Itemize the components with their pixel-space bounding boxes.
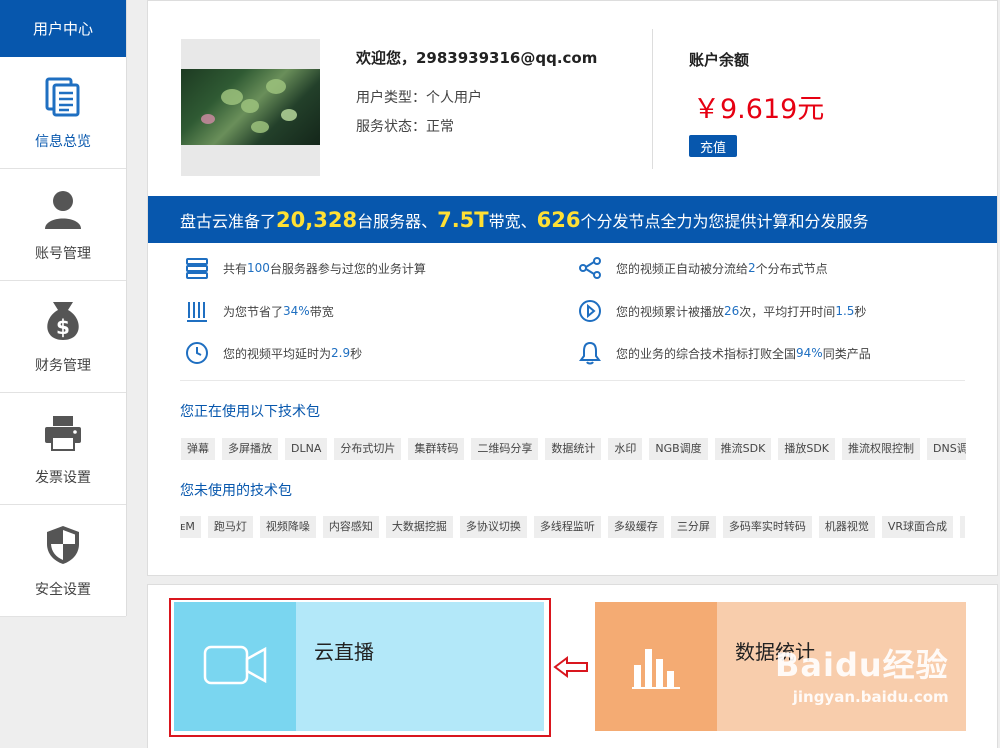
banner-text: 盘古云准备了 [180, 211, 277, 231]
sidebar-item-label: 账号管理 [35, 245, 91, 262]
sidebar-item-label: 信息总览 [35, 133, 91, 150]
video-camera-icon [203, 645, 267, 689]
banner-servers: 20,328 [276, 207, 358, 232]
package-tag[interactable]: 多协议切换 [459, 516, 527, 538]
used-packages-title: 您正在使用以下技术包 [180, 404, 320, 420]
server-icon [185, 256, 209, 280]
sidebar-item-account[interactable]: 账号管理 [0, 169, 126, 281]
package-tag[interactable]: 多线程监听 [533, 516, 601, 538]
money-bag-icon: $ [41, 299, 85, 343]
recharge-button[interactable]: 充值 [689, 135, 737, 157]
package-tag[interactable]: 推流权限控制 [842, 438, 921, 460]
sidebar-item-finance[interactable]: $ 财务管理 [0, 281, 126, 393]
package-tag[interactable]: ᴇM [180, 516, 201, 538]
package-tag[interactable]: 多码率实时转码 [722, 516, 812, 538]
package-tag[interactable]: NGB调度 [649, 438, 708, 460]
divider [652, 29, 653, 169]
package-tag[interactable]: 大数据挖掘 [385, 516, 453, 538]
package-tag[interactable]: 推流SDK [714, 438, 772, 460]
balance-title: 账户余额 [689, 51, 750, 69]
banner-text: 台服务器、 [357, 211, 438, 231]
document-icon [41, 75, 85, 119]
package-tag[interactable]: 多屏播放 [222, 438, 278, 460]
package-tag[interactable]: 弹幕 [181, 438, 215, 460]
user-icon [41, 187, 85, 231]
resources-banner: 盘古云准备了 20,328 台服务器、 7.5T 带宽、 626 个分发节点全力… [148, 196, 997, 243]
stat-plays: 您的视频累计被播放 26 次，平均打开时间 1.5 秒 [578, 299, 866, 323]
clock-icon [185, 341, 209, 365]
stat-servers: 共有 100 台服务器参与过您的业务计算 [185, 256, 426, 280]
unused-packages-title: 您未使用的技术包 [180, 483, 292, 499]
banner-nodes: 626 [536, 207, 581, 232]
product-tiles: 云直播 数据统计 [147, 584, 998, 748]
sidebar-header: 用户中心 [0, 0, 126, 57]
package-tag[interactable]: 机器视觉 [818, 516, 875, 538]
package-tag[interactable]: 三分屏 [670, 516, 716, 538]
package-tag[interactable]: 跑马灯 [207, 516, 253, 538]
balance-value: ￥9.619元 [693, 94, 825, 125]
unused-packages-list: ᴇM 跑马灯 视频降噪 内容感知 大数据挖掘 多协议切换 多线程监听 多级缓存 三分屏 多码率实时… [180, 515, 965, 539]
package-tag[interactable]: 水印 [608, 438, 643, 460]
shield-icon [41, 523, 85, 567]
tile-icon-area [174, 602, 296, 731]
package-tag[interactable]: DLNA [285, 438, 328, 460]
stat-ranking: 您的业务的综合技术指标打败全国 94% 同类产品 [578, 341, 871, 365]
package-tag[interactable]: 集群转码 [408, 438, 465, 460]
live-streaming-tile[interactable]: 云直播 [174, 602, 544, 731]
printer-icon [41, 411, 85, 455]
tile-icon-area [595, 602, 717, 731]
banner-bandwidth: 7.5T [437, 207, 489, 232]
bell-icon [578, 341, 602, 365]
banner-text: 个分发节点全力为您提供计算和分发服务 [580, 211, 869, 231]
used-packages-list: 弹幕 多屏播放 DLNA 分布式切片 集群转码 二维码分享 数据统计 水印 NGB调度 推流SDK… [181, 437, 966, 461]
svg-text:$: $ [56, 315, 70, 339]
overview-card: 欢迎您，2983939316@qq.com 用户类型：个人用户 服务状态：正常 … [147, 0, 998, 576]
sidebar-item-label: 发票设置 [35, 469, 91, 486]
avatar [181, 39, 320, 176]
sidebar-item-label: 财务管理 [35, 357, 91, 374]
package-tag[interactable]: 多级缓存 [607, 516, 664, 538]
sidebar-item-security[interactable]: 安全设置 [0, 505, 126, 617]
package-tag[interactable]: 二维码分享 [471, 438, 539, 460]
package-tag[interactable]: DNS调 [927, 438, 966, 460]
package-tag[interactable]: 数据统计 [545, 438, 602, 460]
package-tag[interactable]: VR球面合成 [881, 516, 954, 538]
tile-label: 云直播 [296, 602, 544, 731]
package-tag[interactable]: 视频降噪 [259, 516, 316, 538]
package-tag[interactable]: 播放SDK [778, 438, 836, 460]
bandwidth-icon [185, 299, 209, 323]
play-icon [578, 299, 602, 323]
sidebar-item-invoice[interactable]: 发票设置 [0, 393, 126, 505]
data-statistics-tile[interactable]: 数据统计 [595, 602, 966, 731]
stat-bandwidth: 为您节省了 34% 带宽 [185, 299, 334, 323]
package-tag[interactable]: 分布式切片 [334, 438, 402, 460]
sidebar-item-label: 安全设置 [35, 581, 91, 598]
banner-text: 带宽、 [488, 211, 537, 231]
package-tag[interactable]: 内容感知 [322, 516, 379, 538]
service-status: 服务状态：正常 [356, 119, 454, 135]
nodes-icon [578, 256, 602, 280]
arrow-left-icon [553, 656, 589, 682]
package-tag[interactable]: B [960, 516, 965, 538]
stat-nodes: 您的视频正自动被分流给 2 个分布式节点 [578, 256, 828, 280]
user-type: 用户类型：个人用户 [356, 90, 482, 106]
bar-chart-icon [630, 639, 682, 695]
divider [180, 380, 965, 381]
tile-label: 数据统计 [717, 602, 966, 731]
sidebar-item-overview[interactable]: 信息总览 [0, 57, 126, 169]
stat-latency: 您的视频平均延时为 2.9 秒 [185, 341, 362, 365]
sidebar: 用户中心 信息总览 账号管理 $ 财务管理 发票设置 安全设置 [0, 0, 127, 617]
welcome-text: 欢迎您，2983939316@qq.com [356, 49, 598, 67]
